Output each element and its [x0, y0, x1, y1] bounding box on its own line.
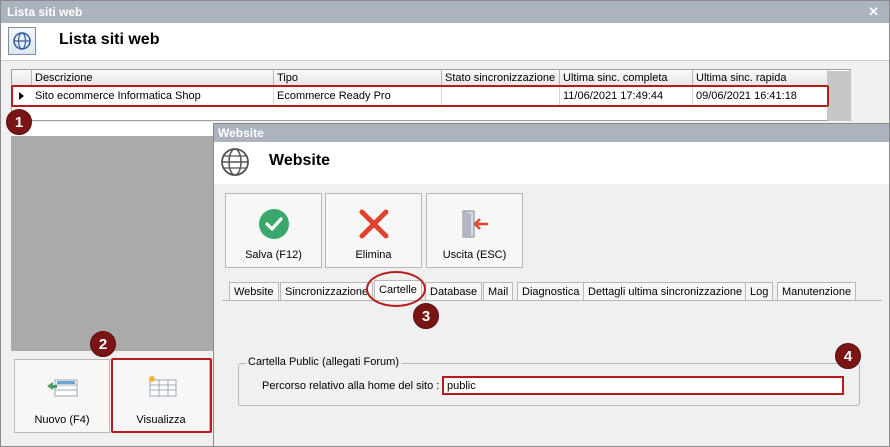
relative-path-input[interactable]: public [442, 376, 844, 395]
delete-button[interactable]: Elimina [325, 193, 422, 268]
column-header-descrizione[interactable]: Descrizione [32, 70, 274, 86]
exit-button[interactable]: Uscita (ESC) [426, 193, 523, 268]
column-header-tipo[interactable]: Tipo [274, 70, 442, 86]
tab-website[interactable]: Website [229, 282, 279, 300]
exit-door-icon [462, 210, 488, 238]
tab-dettagli[interactable]: Dettagli ultima sincronizzazione [583, 282, 748, 300]
page-title: Lista siti web [59, 31, 160, 48]
tab-diagnostica[interactable]: Diagnostica [517, 282, 585, 300]
delete-button-label: Elimina [355, 249, 392, 261]
tab-database[interactable]: Database [425, 282, 483, 300]
window-title-bar: Website [214, 124, 889, 142]
marker-2: 2 [90, 331, 116, 357]
window-title-bar: Lista siti web [1, 1, 889, 23]
column-header-ultima-rapida[interactable]: Ultima sinc. rapida [693, 70, 828, 86]
grid-scrollbar[interactable] [827, 71, 851, 121]
column-header-ultima-completa[interactable]: Ultima sinc. completa [560, 70, 693, 86]
grid-indicator-header [12, 70, 32, 86]
tab-manutenzione[interactable]: Manutenzione [777, 282, 857, 300]
window-header: Lista siti web [1, 23, 889, 61]
window-title: Lista siti web [7, 5, 83, 19]
column-header-stato[interactable]: Stato sincronizzazione [442, 70, 560, 86]
tab-mail[interactable]: Mail [483, 282, 514, 300]
close-icon[interactable]: ✕ [868, 4, 879, 20]
tab-sincronizzazione[interactable]: Sincronizzazione [280, 282, 374, 300]
grid-empty-area [11, 122, 217, 136]
highlight-view-button [111, 358, 212, 433]
new-record-icon [47, 379, 78, 397]
globe-icon [220, 147, 250, 180]
save-button-label: Salva (F12) [245, 249, 302, 261]
marker-1: 1 [6, 109, 32, 135]
exit-button-label: Uscita (ESC) [442, 249, 507, 261]
marker-4: 4 [835, 343, 861, 369]
path-label: Percorso relativo alla home del sito : [262, 380, 440, 392]
page-title: Website [269, 152, 331, 169]
save-button[interactable]: Salva (F12) [225, 193, 322, 268]
new-button[interactable]: Nuovo (F4) [14, 359, 110, 433]
grid-background [11, 136, 217, 351]
marker-3: 3 [413, 303, 439, 329]
checkmark-icon [259, 209, 289, 239]
new-button-label: Nuovo (F4) [34, 414, 90, 426]
globe-icon [8, 27, 36, 55]
window-title: Website [218, 126, 264, 140]
website-window: Website Website Salva (F12) Elimina Usci… [213, 123, 890, 447]
window-header: Website [214, 142, 889, 184]
group-legend: Cartella Public (allegati Forum) [246, 356, 401, 368]
tab-strip-border [222, 300, 882, 301]
tab-log[interactable]: Log [745, 282, 774, 300]
highlight-selected-row [11, 85, 829, 107]
highlight-cartelle-tab [366, 271, 426, 307]
delete-x-icon [359, 209, 389, 239]
